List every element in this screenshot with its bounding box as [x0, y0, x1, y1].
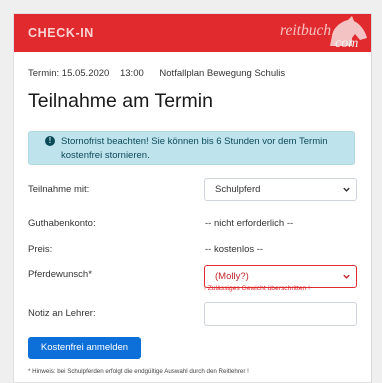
- chevron-down-icon: [343, 187, 350, 192]
- participation-select-value: Schulpferd: [215, 184, 261, 195]
- appointment-name: Notfallplan Bewegung Schulis: [159, 68, 286, 79]
- appointment-info: Termin: 15.05.2020 13:00 Notfallplan Bew…: [28, 68, 293, 79]
- weight-error-message: ! Zulässiges Gewicht überschritten !: [204, 285, 310, 292]
- checkin-card: CHECK-IN reitbuch com Termin: 15.05.2020…: [13, 13, 372, 383]
- submit-button[interactable]: Kostenfrei anmelden: [28, 337, 141, 359]
- alert-text: Stornofrist beachten! Sie können bis 6 S…: [61, 136, 328, 161]
- page-title: Teilnahme am Termin: [28, 90, 213, 112]
- note-input[interactable]: [204, 302, 357, 326]
- note-label: Notiz an Lehrer:: [28, 308, 96, 319]
- participation-label: Teilnahme mit:: [28, 184, 90, 195]
- footer-hint: * Hinweis: bei Schulpferden erfolgt die …: [28, 368, 249, 375]
- logo-suffix: com: [335, 36, 359, 51]
- header-title: CHECK-IN: [28, 26, 94, 40]
- card-header: CHECK-IN reitbuch com: [14, 14, 371, 52]
- reitbuch-logo: reitbuch com: [278, 16, 371, 52]
- chevron-down-icon: [343, 274, 350, 279]
- cancellation-alert: ! Stornofrist beachten! Sie können bis 6…: [28, 131, 355, 165]
- balance-value: -- nicht erforderlich --: [205, 218, 294, 229]
- participation-select[interactable]: Schulpferd: [204, 178, 357, 201]
- appointment-time: 13:00: [119, 68, 144, 79]
- horse-wish-label: Pferdewunsch*: [28, 269, 92, 280]
- balance-label: Guthabenkonto:: [28, 218, 96, 229]
- price-label: Preis:: [28, 244, 53, 255]
- price-value: -- kostenlos --: [205, 244, 264, 255]
- exclamation-circle-icon: !: [45, 136, 55, 146]
- appointment-date: Termin: 15.05.2020: [28, 68, 110, 79]
- horse-wish-select-value: (Molly?): [215, 271, 249, 282]
